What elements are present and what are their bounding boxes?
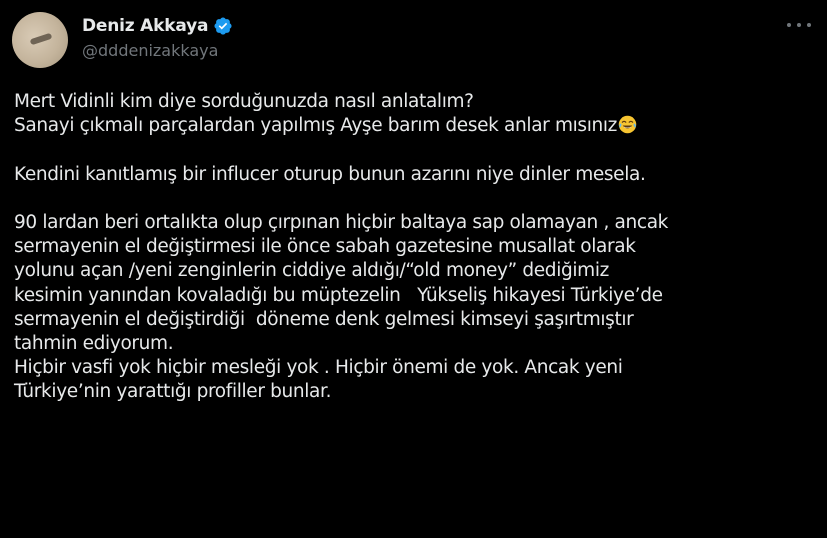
verified-badge-icon [214, 17, 232, 35]
tweet-line-with-emoji: Sanayi çıkmalı parçalardan yapılmış Ayşe… [14, 114, 819, 138]
avatar-image-detail [29, 32, 53, 46]
tweet-line: yolunu açan /yeni zenginlerin ciddiye al… [14, 260, 609, 282]
tweet-line: tahmin ediyorum. [14, 332, 174, 354]
more-dots-icon[interactable] [787, 18, 811, 32]
tweet-line: Kendini kanıtlamış bir influcer oturup b… [14, 163, 646, 185]
display-name[interactable]: Deniz Akkaya [82, 16, 208, 36]
tweet-line: Hiçbir vasfi yok hiçbir mesleği yok . Hi… [14, 357, 623, 379]
tweet-line: Türkiye’nin yarattığı profiller bunlar. [14, 381, 332, 403]
tweet-card: Deniz Akkaya @dddenizakkaya Mert Vidinli… [0, 0, 827, 538]
tweet-line: Mert Vidinli kim diye sorduğunuzda nasıl… [14, 91, 474, 112]
tweet-line: kesimin yanından kovaladığı bu müptezeli… [14, 284, 663, 306]
tweet-line: Sanayi çıkmalı parçalardan yapılmış Ayşe… [14, 115, 618, 137]
dot [797, 23, 801, 27]
avatar[interactable] [12, 12, 68, 68]
name-row: Deniz Akkaya [82, 14, 233, 38]
face-with-tears-of-joy-emoji [618, 115, 637, 134]
user-handle[interactable]: @dddenizakkaya [82, 41, 233, 60]
tweet-header: Deniz Akkaya @dddenizakkaya [82, 14, 233, 64]
tweet-text: Mert Vidinli kim diye sorduğunuzda nasıl… [14, 90, 819, 404]
dot [787, 23, 791, 27]
tweet-line: sermayenin el değiştirdiği döneme denk g… [14, 308, 634, 330]
tweet-line: sermayenin el değiştirmesi ile önce saba… [14, 236, 636, 258]
dot [807, 23, 811, 27]
tweet-line: 90 lardan beri ortalıkta olup çırpınan h… [14, 211, 669, 233]
